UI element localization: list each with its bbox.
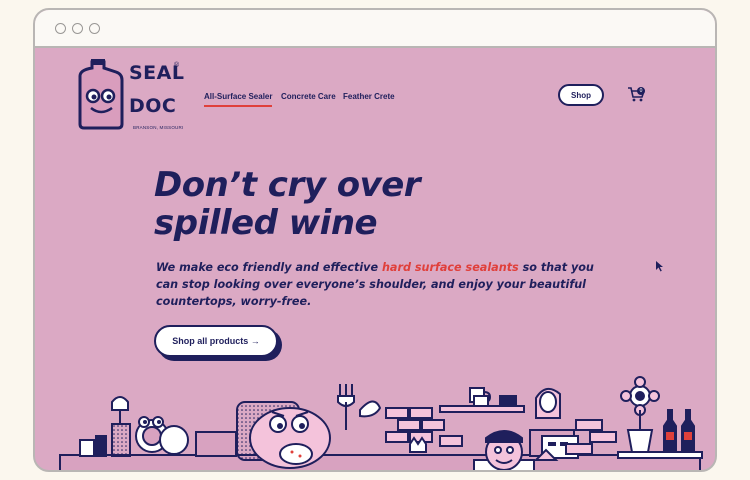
- hero-headline-line2: spilled wine: [154, 203, 378, 243]
- nav-feather-crete[interactable]: Feather Crete: [343, 92, 395, 101]
- browser-titlebar: [35, 10, 715, 48]
- hero-body-highlight-link[interactable]: hard surface sealants: [382, 261, 519, 274]
- logo-word-doc: DOC: [129, 95, 177, 117]
- mouse-cursor-icon: [656, 261, 663, 272]
- shop-button[interactable]: Shop: [558, 84, 604, 106]
- shop-all-products-button[interactable]: Shop all products →: [154, 325, 278, 357]
- nav-concrete-care[interactable]: Concrete Care: [281, 92, 336, 101]
- hero-headline: Don’t cry over spilled wine: [154, 166, 514, 242]
- nav-all-surface-sealer[interactable]: All-Surface Sealer: [204, 92, 273, 107]
- logo-location: BRANSON, MISSOURI: [133, 125, 184, 130]
- hero-body-copy: We make eco friendly and effective hard …: [156, 259, 596, 310]
- window-close-dot[interactable]: [55, 23, 66, 34]
- window-minimize-dot[interactable]: [72, 23, 83, 34]
- cart-count-badge: 0: [637, 87, 645, 95]
- window-maximize-dot[interactable]: [89, 23, 100, 34]
- logo-registered: ®: [174, 62, 180, 69]
- hero-headline-line1: Don’t cry over: [154, 165, 421, 205]
- hero-body-before: We make eco friendly and effective: [156, 261, 382, 274]
